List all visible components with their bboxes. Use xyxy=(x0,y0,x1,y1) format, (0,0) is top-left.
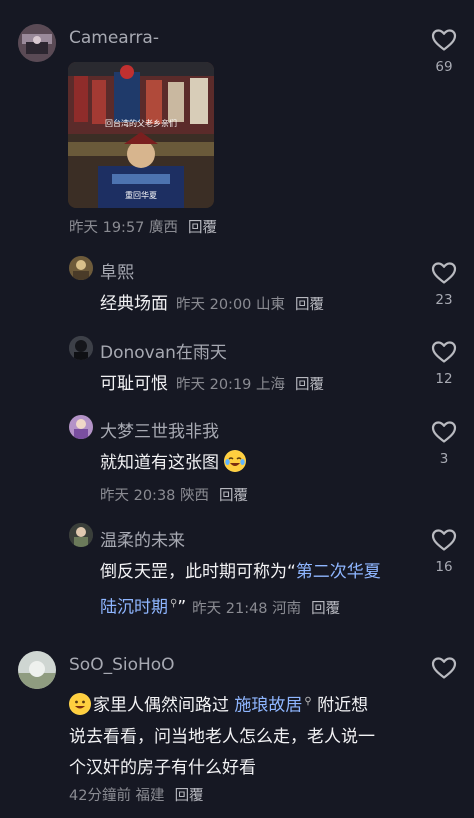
comment-text: 家里人偶然间路过 施琅故居 ⚲ 附近想 说去看看，问当地老人怎么走，老人说一 个汉… xyxy=(69,686,419,784)
image-caption-bottom: 重回华夏 xyxy=(125,191,157,200)
comment-meta: 昨天 19:57 廣西 回覆 xyxy=(69,216,217,237)
like-button[interactable]: 69 xyxy=(424,28,464,75)
comment-body: 经典场面 xyxy=(100,294,168,314)
heart-icon xyxy=(431,657,457,679)
reply-button[interactable]: 回覆 xyxy=(295,377,324,393)
search-tag-link[interactable]: 施琅故居 xyxy=(234,696,302,716)
comment-body: 附近想 xyxy=(317,695,369,716)
username[interactable]: 温柔的未来 xyxy=(100,526,185,551)
comment-line-2: 说去看看，问当地老人怎么走，老人说一 xyxy=(69,726,375,747)
comment-body: ” xyxy=(177,597,187,618)
like-count: 16 xyxy=(435,559,453,575)
username[interactable]: Donovan在雨天 xyxy=(100,338,227,363)
reply-button[interactable]: 回覆 xyxy=(311,601,340,617)
username[interactable]: 阜熙 xyxy=(100,258,134,283)
comment-line-2: 陆沉时期 ⚲” 昨天 21:48 河南 回覆 xyxy=(100,588,420,625)
like-count: 12 xyxy=(435,371,453,387)
timestamp-location: 昨天 21:48 河南 xyxy=(192,600,302,617)
comment-image[interactable]: 回台湾的父老乡亲们 重回华夏 xyxy=(68,62,214,208)
comment-meta: 昨天 20:38 陝西 回覆 xyxy=(100,484,248,505)
username[interactable]: Camearra- xyxy=(69,28,159,48)
like-count: 23 xyxy=(435,292,453,308)
username[interactable]: 大梦三世我非我 xyxy=(100,417,219,442)
avatar[interactable] xyxy=(18,24,56,62)
like-button[interactable] xyxy=(424,656,464,680)
avatar-image xyxy=(18,651,56,689)
comment-meta: 42分鐘前 福建 回覆 xyxy=(69,784,204,805)
like-count: 69 xyxy=(435,59,453,75)
like-button[interactable]: 23 xyxy=(424,261,464,308)
avatar-image xyxy=(69,415,93,439)
comment-body: 可耻可恨 xyxy=(100,374,168,394)
avatar-image xyxy=(69,523,93,547)
comment-text: 经典场面 昨天 20:00 山東 回覆 xyxy=(100,289,324,321)
timestamp-location: 42分鐘前 福建 xyxy=(69,788,165,804)
meme-image xyxy=(68,62,214,208)
image-caption-top: 回台湾的父老乡亲们 xyxy=(105,119,177,128)
avatar-image xyxy=(69,336,93,360)
avatar[interactable] xyxy=(69,336,93,360)
comment-line-1: 倒反天罡，此时期可称为“第二次华夏 xyxy=(100,557,420,588)
comment-body: 就知道有这张图 xyxy=(100,453,219,473)
timestamp-location: 昨天 19:57 廣西 xyxy=(69,220,179,236)
comment-text: 就知道有这张图 xyxy=(100,448,247,479)
comment-body: 倒反天罡，此时期可称为“ xyxy=(100,562,296,582)
timestamp-location: 昨天 20:38 陝西 xyxy=(100,488,210,504)
heart-icon xyxy=(431,29,457,51)
search-icon[interactable]: ⚲ xyxy=(304,696,311,707)
comment-text: 可耻可恨 昨天 20:19 上海 回覆 xyxy=(100,369,324,401)
username[interactable]: SoO_SioHoO xyxy=(69,655,175,675)
reply-button[interactable]: 回覆 xyxy=(175,788,204,804)
grinning-face-emoji-icon xyxy=(69,692,91,715)
like-count: 3 xyxy=(439,451,449,467)
laughing-tears-emoji-icon xyxy=(224,450,247,472)
like-button[interactable]: 16 xyxy=(424,528,464,575)
like-button[interactable]: 12 xyxy=(424,340,464,387)
search-tag-link[interactable]: 陆沉时期 xyxy=(100,598,168,618)
comment-line-1: 家里人偶然间路过 施琅故居 ⚲ 附近想 xyxy=(69,686,419,722)
reply-button[interactable]: 回覆 xyxy=(188,220,217,236)
heart-icon xyxy=(431,341,457,363)
reply-button[interactable]: 回覆 xyxy=(295,297,324,313)
like-button[interactable]: 3 xyxy=(424,420,464,467)
heart-icon xyxy=(431,421,457,443)
heart-icon xyxy=(431,262,457,284)
search-tag-link[interactable]: 第二次华夏 xyxy=(296,562,381,582)
avatar[interactable] xyxy=(18,651,56,689)
heart-icon xyxy=(431,529,457,551)
comment-line-3: 个汉奸的房子有什么好看 xyxy=(69,757,256,778)
avatar[interactable] xyxy=(69,523,93,547)
avatar[interactable] xyxy=(69,415,93,439)
avatar[interactable] xyxy=(69,256,93,280)
reply-button[interactable]: 回覆 xyxy=(219,488,248,504)
avatar-image xyxy=(18,24,56,62)
comment-text: 倒反天罡，此时期可称为“第二次华夏 陆沉时期 ⚲” 昨天 21:48 河南 回覆 xyxy=(100,557,420,625)
timestamp-location: 昨天 20:19 上海 xyxy=(176,377,286,393)
avatar-image xyxy=(69,256,93,280)
comment-body: 家里人偶然间路过 xyxy=(93,695,229,716)
timestamp-location: 昨天 20:00 山東 xyxy=(176,297,286,313)
